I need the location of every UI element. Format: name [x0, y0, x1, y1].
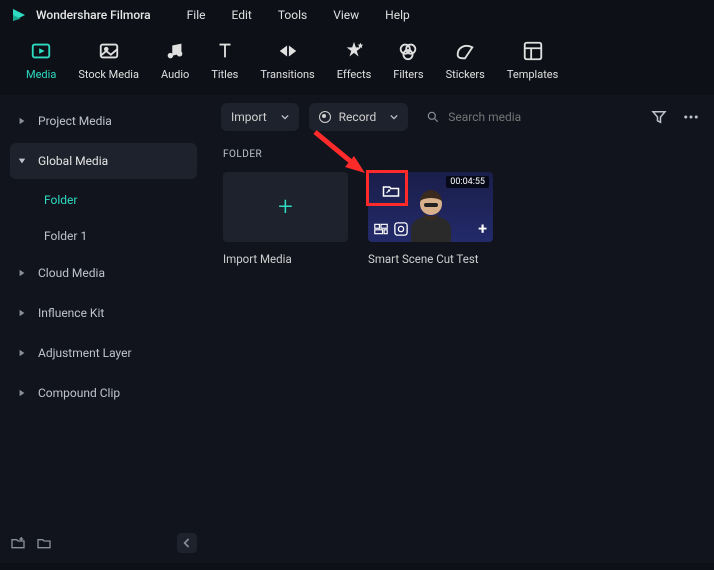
more-options-icon[interactable] — [682, 108, 700, 126]
chevron-down-icon — [18, 157, 28, 165]
sidebar-footer — [10, 533, 197, 553]
search-box[interactable] — [418, 110, 640, 124]
tab-audio[interactable]: Audio — [161, 40, 189, 81]
content-toolbar: Import Record — [207, 95, 714, 139]
chevron-right-icon — [18, 117, 28, 125]
new-folder-icon[interactable] — [10, 535, 26, 551]
sidebar-item-influence-kit[interactable]: Influence Kit — [10, 295, 197, 331]
card-label: Smart Scene Cut Test — [368, 252, 493, 266]
tab-label: Audio — [161, 68, 189, 81]
menu-edit[interactable]: Edit — [232, 8, 252, 22]
sidebar-item-label: Compound Clip — [38, 386, 120, 400]
clip-overlay-row: + — [374, 219, 487, 238]
tab-media[interactable]: Media — [26, 40, 56, 81]
sidebar-item-folder-1[interactable]: Folder 1 — [10, 219, 197, 253]
media-content: Import Record FOLDER + — [207, 95, 714, 563]
sidebar-item-label: Global Media — [38, 154, 108, 168]
tab-stickers[interactable]: Stickers — [446, 40, 485, 81]
tab-label: Templates — [507, 68, 558, 81]
import-label: Import — [231, 110, 267, 124]
plus-icon: + — [278, 192, 293, 222]
tab-label: Media — [26, 68, 56, 81]
media-sidebar: Project Media Global Media Folder Folder… — [0, 95, 207, 563]
record-icon — [319, 111, 331, 123]
tab-label: Stock Media — [78, 68, 139, 81]
tab-label: Filters — [393, 68, 423, 81]
chevron-down-icon — [281, 114, 289, 120]
menubar: File Edit Tools View Help — [187, 8, 410, 22]
sidebar-item-folder[interactable]: Folder — [10, 183, 197, 217]
filters-icon — [397, 40, 419, 62]
app-name: Wondershare Filmora — [36, 8, 151, 22]
media-grid: + Import Media 00:04:55 — [207, 168, 714, 270]
titles-icon — [214, 40, 236, 62]
titlebar: Wondershare Filmora File Edit Tools View… — [0, 0, 714, 30]
chevron-right-icon — [18, 389, 28, 397]
card-label: Import Media — [223, 252, 348, 266]
chevron-right-icon — [18, 309, 28, 317]
tab-label: Transitions — [260, 68, 314, 81]
stock-media-icon — [98, 40, 120, 62]
folder-icon[interactable] — [36, 535, 52, 551]
sidebar-item-label: Folder — [44, 193, 77, 207]
menu-help[interactable]: Help — [385, 8, 410, 22]
chevron-down-icon — [390, 114, 398, 120]
sidebar-item-project-media[interactable]: Project Media — [10, 103, 197, 139]
menu-file[interactable]: File — [187, 8, 206, 22]
templates-icon — [522, 40, 544, 62]
tab-label: Stickers — [446, 68, 485, 81]
preview-icon[interactable] — [394, 222, 408, 236]
chevron-right-icon — [18, 269, 28, 277]
tab-effects[interactable]: Effects — [337, 40, 372, 81]
media-icon — [30, 40, 52, 62]
sidebar-item-label: Influence Kit — [38, 306, 104, 320]
sidebar-item-compound-clip[interactable]: Compound Clip — [10, 375, 197, 411]
sidebar-item-label: Cloud Media — [38, 266, 105, 280]
tab-label: Effects — [337, 68, 372, 81]
sidebar-item-adjustment-layer[interactable]: Adjustment Layer — [10, 335, 197, 371]
tab-label: Titles — [211, 68, 238, 81]
tab-filters[interactable]: Filters — [393, 40, 423, 81]
menu-tools[interactable]: Tools — [278, 8, 307, 22]
collapse-sidebar-button[interactable] — [177, 533, 197, 553]
module-tab-strip: Media Stock Media Audio Titles Transitio… — [0, 30, 714, 95]
section-label: FOLDER — [207, 139, 714, 168]
menu-view[interactable]: View — [333, 8, 359, 22]
effects-icon — [343, 40, 365, 62]
transitions-icon — [277, 40, 299, 62]
sidebar-item-label: Project Media — [38, 114, 112, 128]
tab-transitions[interactable]: Transitions — [260, 40, 314, 81]
tab-titles[interactable]: Titles — [211, 40, 238, 81]
record-label: Record — [339, 110, 377, 124]
tab-templates[interactable]: Templates — [507, 40, 558, 81]
timeline-icon[interactable] — [374, 223, 388, 235]
sidebar-item-cloud-media[interactable]: Cloud Media — [10, 255, 197, 291]
filter-icon[interactable] — [650, 108, 668, 126]
annotation-highlight-box — [366, 170, 408, 206]
import-dropdown[interactable]: Import — [221, 103, 299, 131]
chevron-right-icon — [18, 349, 28, 357]
sidebar-item-label: Folder 1 — [44, 229, 87, 243]
audio-icon — [164, 40, 186, 62]
sidebar-item-label: Adjustment Layer — [38, 346, 132, 360]
search-icon — [426, 110, 440, 124]
annotation-arrow — [310, 127, 370, 177]
import-media-thumb[interactable]: + — [223, 172, 348, 242]
sidebar-item-global-media[interactable]: Global Media — [10, 143, 197, 179]
toolbar-right — [650, 108, 700, 126]
tab-stock-media[interactable]: Stock Media — [78, 40, 139, 81]
search-input[interactable] — [448, 110, 632, 124]
import-media-card[interactable]: + Import Media — [223, 172, 348, 266]
add-to-timeline-icon[interactable]: + — [478, 219, 487, 238]
filmora-logo-icon — [10, 6, 28, 24]
stickers-icon — [454, 40, 476, 62]
